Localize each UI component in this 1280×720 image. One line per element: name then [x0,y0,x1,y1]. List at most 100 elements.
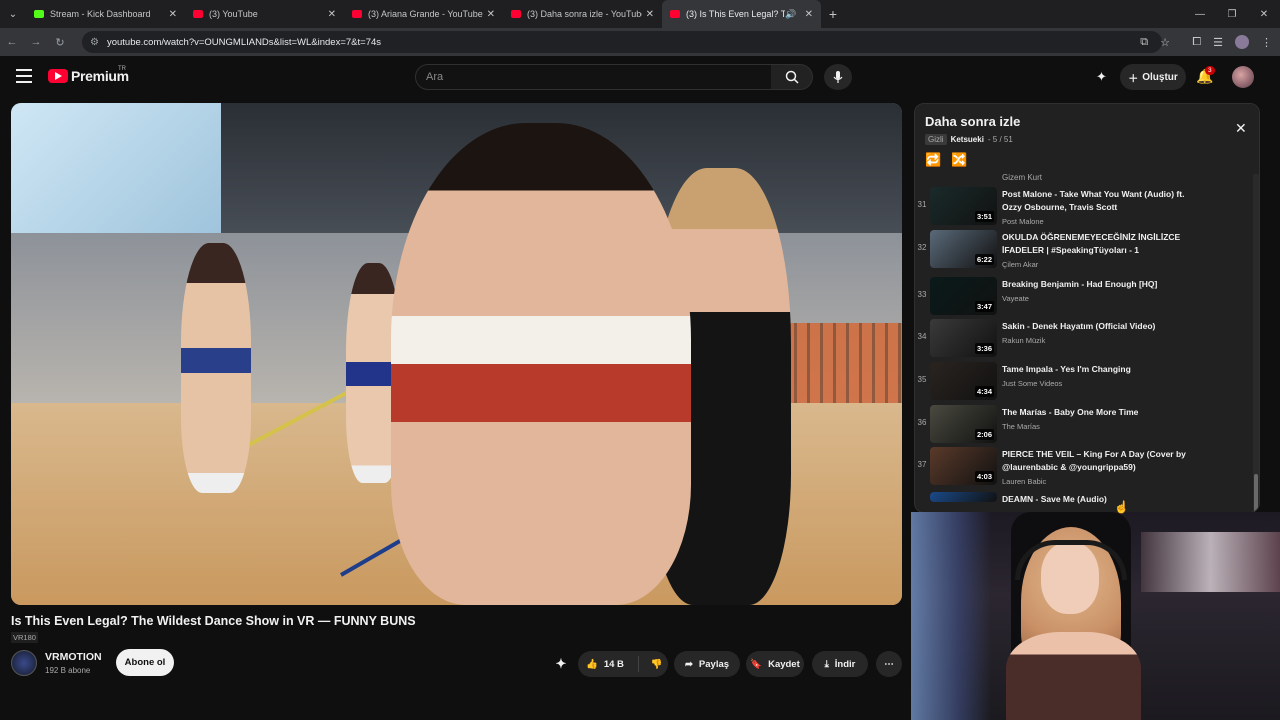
video-format-tag: VR180 [11,632,38,643]
user-avatar[interactable] [1232,66,1254,88]
forward-icon[interactable]: → [24,36,48,48]
kick-icon [34,10,44,18]
profile-avatar-icon[interactable] [1235,35,1249,49]
playlist-title[interactable]: Daha sonra izle [925,114,1020,129]
like-count[interactable]: 14 B [604,659,624,670]
extensions-icon[interactable]: ⧠ [1192,36,1201,49]
scrollbar-thumb[interactable] [1254,474,1258,512]
playlist-owner[interactable]: Ketsueki [951,135,984,144]
playlist-item-title[interactable]: PIERCE THE VEIL – King For A Day (Cover … [1002,448,1202,474]
playlist-item-thumbnail[interactable]: 4:03 [930,447,997,485]
channel-name[interactable]: VRMOTION [45,651,102,663]
close-tab-icon[interactable]: ✕ [646,9,654,20]
browser-menu-icon[interactable]: ⋮ [1261,36,1272,49]
new-tab-button[interactable]: + [821,6,845,22]
playlist-item-thumbnail[interactable]: 4:34 [930,362,997,400]
playlist-item-title[interactable]: Breaking Benjamin - Had Enough [HQ] [1002,278,1202,291]
playlist-item-title[interactable]: DEAMN - Save Me (Audio) [1002,493,1202,506]
playlist-item[interactable]: 31 3:51 Post Malone - Take What You Want (… [915,186,1251,229]
playlist-item[interactable]: 32 6:22 OKULDA ÖĞRENEMEYECEĞİNİZ İNGİLİZCE… [915,229,1251,272]
back-icon[interactable]: ← [0,36,24,48]
tab-youtube[interactable]: (3) YouTube ✕ [185,0,344,28]
download-button[interactable]: ⤓ İndir [812,651,868,677]
youtube-premium-logo[interactable]: Premium [48,68,129,84]
playlist-item[interactable]: 36 2:06 The Marías - Baby One More Time The… [915,404,1251,447]
create-label: Oluştur [1142,71,1178,83]
playlist-header: Daha sonra izle Gizli Ketsueki - 5 / 51 … [915,104,1259,174]
bookmark-star-icon[interactable]: ☆ [1160,36,1170,49]
dislike-icon[interactable]: 👎 [651,659,663,670]
playlist-item-thumbnail[interactable]: 6:22 [930,230,997,268]
youtube-icon [670,10,680,18]
tab-label: Stream - Kick Dashboard [50,9,151,19]
tab-current-video[interactable]: (3) Is This Even Legal? The W🔊 ✕ [662,0,821,28]
voice-search-button[interactable] [824,64,852,90]
search-button[interactable] [771,64,813,90]
playlist-item-title[interactable]: Post Malone - Take What You Want (Audio)… [1002,188,1202,214]
playlist-item-index: 34 [917,332,927,341]
tab-watch-later[interactable]: (3) Daha sonra izle - YouTube ✕ [503,0,662,28]
site-info-icon[interactable]: ⚙ [90,37,99,48]
close-tab-icon[interactable]: ✕ [328,9,336,20]
playlist-item[interactable]: DEAMN - Save Me (Audio) [915,491,1251,511]
shuffle-icon[interactable]: 🔀 [951,152,967,168]
close-tab-icon[interactable]: ✕ [805,9,813,20]
close-icon[interactable]: ✕ [1235,120,1247,137]
subscribe-button[interactable]: Abone ol [116,649,174,676]
close-tab-icon[interactable]: ✕ [487,9,495,20]
save-button[interactable]: 🔖 Kaydet [746,651,804,677]
playlist-item[interactable]: 33 3:47 Breaking Benjamin - Had Enough [HQ… [915,276,1251,319]
install-app-icon[interactable]: ⧉ [1140,36,1148,49]
tab-search-icon[interactable]: ⌄ [0,0,26,28]
playlist-item-index: 36 [917,418,927,427]
more-actions-button[interactable]: ⋯ [876,651,902,677]
ask-ai-button[interactable]: ✦ [548,651,574,677]
search-icon [785,70,799,84]
playlist-item-thumbnail[interactable] [930,492,997,502]
browser-tab-bar: ⌄ Stream - Kick Dashboard ✕ (3) YouTube ✕ … [0,0,1280,28]
playlist-item-title[interactable]: OKULDA ÖĞRENEMEYECEĞİNİZ İNGİLİZCE İFADE… [1002,231,1202,257]
loop-icon[interactable]: 🔁 [925,152,941,168]
playlist-scrollbar[interactable] [1253,174,1259,512]
playlist-position: - 5 / 51 [987,135,1013,144]
close-window-icon[interactable]: ✕ [1248,0,1280,28]
subscriber-count: 192 B abone [45,666,91,675]
close-tab-icon[interactable]: ✕ [169,9,177,20]
playlist-item-title[interactable]: The Marías - Baby One More Time [1002,406,1202,419]
playlist-item[interactable]: 34 3:36 Sakin - Denek Hayatım (Official Vi… [915,318,1251,361]
gemini-sparkle-icon[interactable]: ✦ [1096,69,1107,85]
video-frame-window [11,103,221,233]
share-button[interactable]: ➦ Paylaş [674,651,740,677]
download-label: İndir [834,658,856,670]
reload-icon[interactable]: ↻ [48,36,72,49]
video-player[interactable] [11,103,902,605]
playlist-item-channel: Just Some Videos [1002,379,1063,388]
url-field[interactable]: ⚙ youtube.com/watch?v=OUNGMLIANDs&list=W… [82,31,1162,53]
minimize-icon[interactable]: — [1184,0,1216,28]
playlist-item-index: 32 [917,243,927,252]
playlist-item-thumbnail[interactable]: 3:51 [930,187,997,225]
reading-list-icon[interactable]: ☰ [1213,36,1223,49]
playlist-item[interactable]: 37 4:03 PIERCE THE VEIL – King For A Day (… [915,446,1251,489]
address-bar-row: ← → ↻ ⚙ youtube.com/watch?v=OUNGMLIANDs&… [0,28,1280,56]
omnibox-actions: ⧉ ☆ [1140,28,1170,56]
playlist-item-title[interactable]: Sakin - Denek Hayatım (Official Video) [1002,320,1202,333]
playlist-item[interactable]: 35 4:34 Tame Impala - Yes I'm Changing Just… [915,361,1251,404]
download-icon: ⤓ [824,658,829,670]
tab-ariana[interactable]: (3) Ariana Grande - YouTube ✕ [344,0,503,28]
playlist-item-thumbnail[interactable]: 2:06 [930,405,997,443]
playlist-item-channel: The Marías [1002,422,1040,431]
like-icon[interactable]: 👍 [586,659,598,670]
window-controls: — ❐ ✕ [1184,0,1280,28]
create-button[interactable]: ＋ Oluştur [1120,64,1186,90]
maximize-icon[interactable]: ❐ [1216,0,1248,28]
tab-kick[interactable]: Stream - Kick Dashboard ✕ [26,0,185,28]
playlist-item-thumbnail[interactable]: 3:36 [930,319,997,357]
playlist-item-title[interactable]: Tame Impala - Yes I'm Changing [1002,363,1202,376]
search-input[interactable]: Ara [415,64,772,90]
channel-avatar[interactable] [11,650,37,676]
speaker-icon[interactable]: 🔊 [785,9,796,20]
hamburger-menu-icon[interactable] [16,69,32,83]
playlist-meta: Gizli Ketsueki - 5 / 51 [925,134,1013,145]
playlist-item-thumbnail[interactable]: 3:47 [930,277,997,315]
